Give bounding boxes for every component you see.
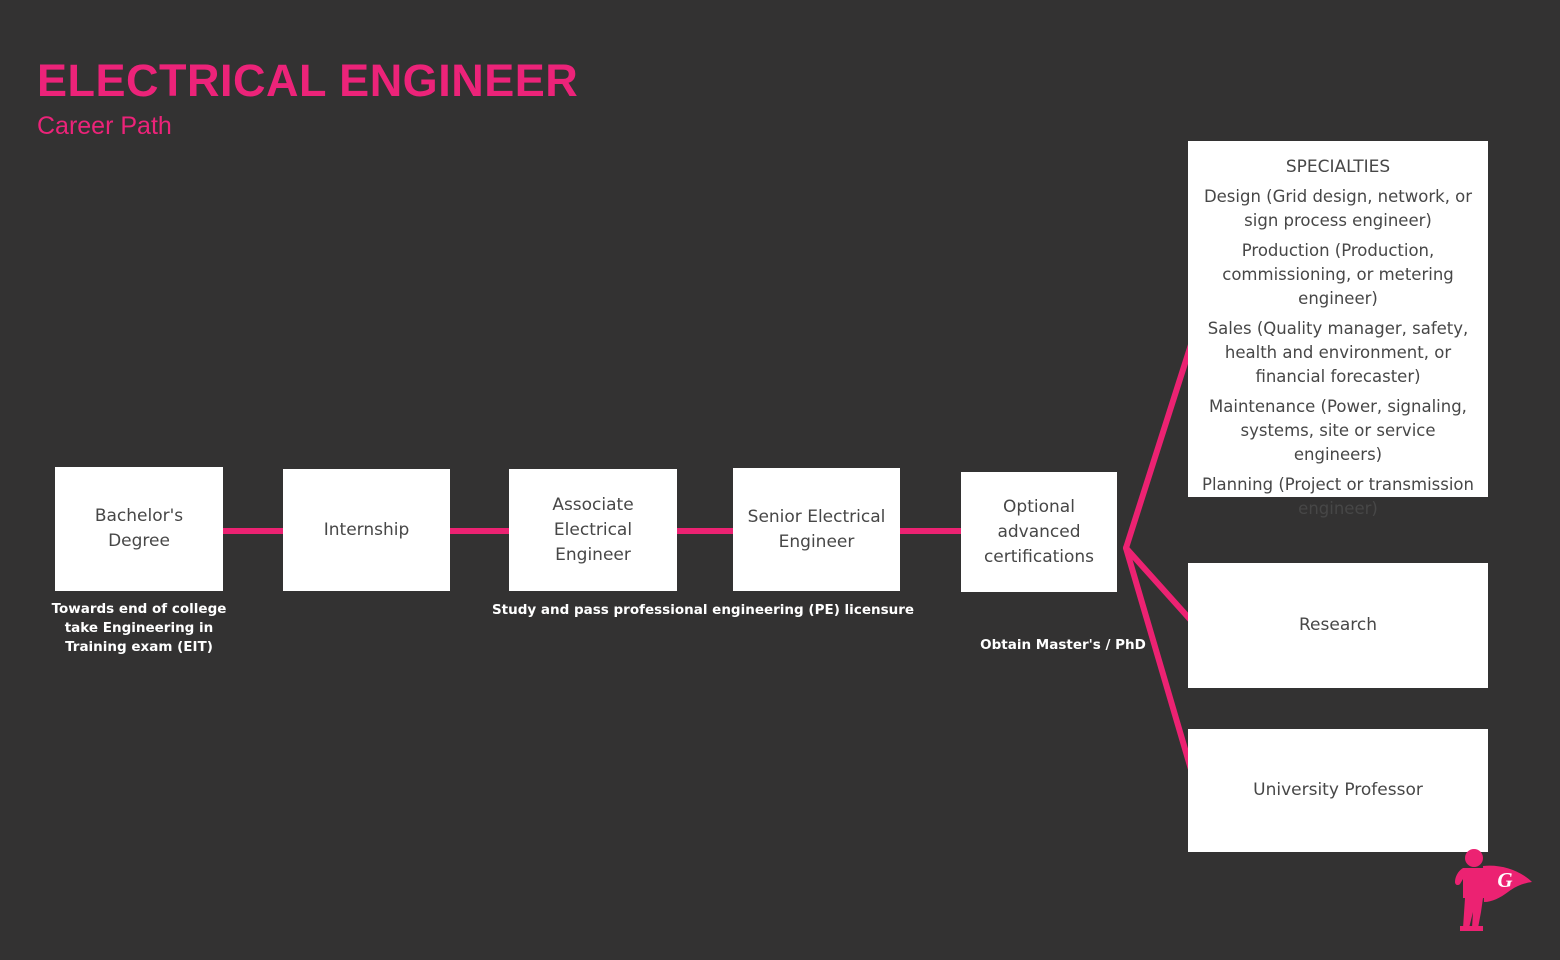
node-label: Research	[1299, 615, 1377, 635]
specialty-item: Planning (Project or transmission engine…	[1202, 475, 1474, 518]
node-internship[interactable]: Internship	[283, 469, 450, 591]
node-optional-advanced-certifications[interactable]: Optional advanced certifications	[961, 472, 1117, 592]
logo-letter: G	[1497, 868, 1512, 892]
specialties-panel[interactable]: SPECIALTIES Design (Grid design, network…	[1188, 141, 1488, 518]
caption-pe-licensure: Study and pass professional engineering …	[491, 602, 915, 618]
specialty-item: Design (Grid design, network, or sign pr…	[1203, 187, 1473, 230]
caption-masters-phd: Obtain Master's / PhD	[980, 637, 1146, 653]
node-label: Senior Electrical Engineer	[747, 506, 886, 552]
node-university-professor[interactable]: University Professor	[1188, 729, 1488, 852]
specialty-item: Production (Production, commissioning, o…	[1222, 241, 1454, 308]
node-label: Bachelor's Degree	[94, 506, 184, 551]
career-path-infographic: ELECTRICAL ENGINEER Career Path Bachelor…	[0, 0, 1560, 960]
node-label: Internship	[323, 519, 410, 540]
superhero-g-logo: G	[1455, 849, 1532, 931]
specialty-item: Maintenance (Power, signaling, systems, …	[1209, 397, 1467, 464]
node-associate-electrical-engineer[interactable]: Associate Electrical Engineer	[509, 469, 677, 591]
node-label: Associate Electrical Engineer	[552, 494, 634, 565]
edge-optional-to-specialties	[1123, 326, 1199, 551]
node-senior-electrical-engineer[interactable]: Senior Electrical Engineer	[733, 468, 900, 591]
node-label: Optional advanced certifications	[983, 496, 1095, 567]
node-bachelors-degree[interactable]: Bachelor's Degree	[55, 467, 223, 591]
specialty-item: Sales (Quality manager, safety, health a…	[1207, 319, 1469, 386]
specialties-title: SPECIALTIES	[1285, 157, 1391, 177]
node-label: University Professor	[1253, 780, 1423, 800]
caption-eit-exam: Towards end of college take Engineering i…	[51, 601, 227, 655]
node-research[interactable]: Research	[1188, 563, 1488, 688]
